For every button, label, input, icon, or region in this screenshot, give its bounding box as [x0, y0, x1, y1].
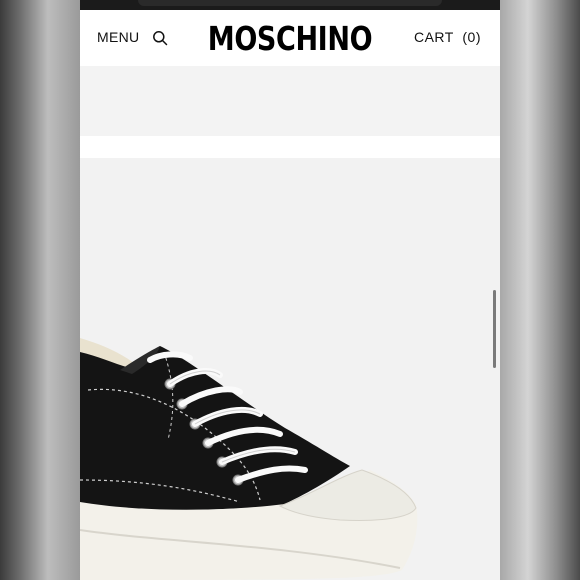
cart-label: CART: [413, 29, 454, 45]
blurred-background-right: [500, 0, 580, 580]
product-image-sneaker: [80, 338, 418, 580]
cart-count: (0): [462, 29, 481, 45]
status-bar-notch: [138, 0, 442, 6]
section-divider: [80, 136, 500, 158]
site-header: MENU MOSCHINO CART (0): [80, 10, 500, 66]
cart-button[interactable]: CART (0): [414, 29, 481, 45]
phone-screen: MENU MOSCHINO CART (0): [80, 0, 500, 580]
brand-logo[interactable]: MOSCHINO: [118, 19, 462, 58]
scrollbar[interactable]: [493, 290, 496, 368]
blurred-background-left: [0, 0, 80, 580]
status-bar: [80, 0, 500, 10]
promo-banner: [80, 66, 500, 136]
